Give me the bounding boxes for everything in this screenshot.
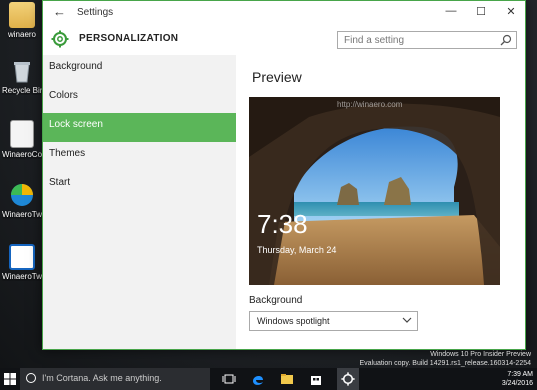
background-dropdown[interactable]: Windows spotlight — [249, 311, 418, 331]
store-icon[interactable] — [309, 372, 323, 386]
search-input[interactable]: Find a setting — [337, 31, 517, 49]
taskbar: I'm Cortana. Ask me anything. 7:39 AM 3/… — [0, 368, 537, 390]
edge-browser-icon[interactable] — [251, 372, 265, 386]
desktop-icon-label: Recycle Bin — [2, 86, 42, 95]
sidebar: Background Colors Lock screen Themes Sta… — [43, 55, 236, 349]
preview-watermark: http://winaero.com — [337, 100, 403, 109]
desktop-icon-label: WinaeroTw... — [2, 272, 42, 281]
cortana-icon — [26, 373, 36, 383]
sidebar-item-lock-screen[interactable]: Lock screen — [43, 113, 236, 142]
sidebar-item-start[interactable]: Start — [43, 171, 236, 200]
preview-heading: Preview — [252, 69, 302, 85]
main-content: Preview 7:38 Thursday, March 24 http://w… — [236, 55, 525, 349]
sidebar-item-colors[interactable]: Colors — [43, 84, 236, 113]
task-view-icon[interactable] — [222, 372, 236, 386]
background-label: Background — [249, 295, 303, 306]
settings-window: ← Settings — ☐ ✕ PERSONALIZATION Find a … — [42, 0, 526, 350]
desktop-icon-label: WinaeroTw... — [2, 210, 42, 219]
close-button[interactable]: ✕ — [503, 5, 519, 18]
window-app-icon — [9, 244, 35, 270]
desktop-icon-label: winaero — [7, 30, 36, 39]
desktop-icon-recycle-bin[interactable]: Recycle Bin — [2, 58, 42, 95]
desktop-icon-winaerotw-2[interactable]: WinaeroTw... — [2, 244, 42, 281]
maximize-button[interactable]: ☐ — [473, 5, 489, 18]
lock-screen-preview: 7:38 Thursday, March 24 http://winaero.c… — [249, 97, 500, 285]
desktop-icon-winaero[interactable]: winaero — [2, 2, 42, 39]
search-icon — [500, 34, 512, 46]
window-title: Settings — [77, 7, 114, 18]
preview-date: Thursday, March 24 — [257, 245, 337, 255]
clock-time: 7:39 AM — [507, 371, 533, 378]
desktop-icon-winaeroco[interactable]: WinaeroCo... — [2, 120, 42, 159]
gear-icon — [51, 30, 69, 48]
clock-date: 3/24/2016 — [501, 380, 533, 387]
sidebar-item-themes[interactable]: Themes — [43, 142, 236, 171]
recycle-bin-icon — [9, 58, 35, 84]
cave-beach-image — [249, 97, 500, 285]
background-dropdown-value: Windows spotlight — [257, 316, 330, 326]
settings-gear-icon — [341, 372, 355, 386]
taskbar-settings-button[interactable] — [337, 368, 359, 390]
windows-start-icon[interactable] — [4, 373, 16, 385]
winaero-tweaker-icon — [9, 182, 35, 208]
build-watermark: Windows 10 Pro Insider Preview Evaluatio… — [360, 350, 532, 368]
preview-time: 7:38 — [257, 209, 308, 239]
file-explorer-icon[interactable] — [280, 372, 294, 386]
page-header: PERSONALIZATION Find a setting — [43, 25, 525, 55]
page-title: PERSONALIZATION — [79, 33, 179, 44]
watermark-line-1: Windows 10 Pro Insider Preview — [430, 351, 531, 358]
system-clock[interactable]: 7:39 AM 3/24/2016 — [502, 370, 533, 388]
desktop-icon-label: WinaeroCo... — [2, 150, 42, 159]
watermark-line-2: Evaluation copy. Build 14291.rs1_release… — [359, 360, 532, 367]
minimize-button[interactable]: — — [443, 5, 459, 17]
search-placeholder: Find a setting — [344, 35, 405, 46]
chevron-down-icon — [402, 317, 412, 323]
back-arrow-icon[interactable]: ← — [53, 4, 66, 19]
cortana-search-text: I'm Cortana. Ask me anything. — [42, 373, 162, 383]
title-bar: ← Settings — ☐ ✕ — [43, 1, 525, 25]
document-icon — [10, 120, 34, 148]
desktop-icon-winaerotweaker[interactable]: WinaeroTw... — [2, 182, 42, 219]
sidebar-item-background[interactable]: Background — [43, 55, 236, 84]
user-folder-icon — [9, 2, 35, 28]
cortana-search-box[interactable]: I'm Cortana. Ask me anything. — [20, 368, 210, 390]
